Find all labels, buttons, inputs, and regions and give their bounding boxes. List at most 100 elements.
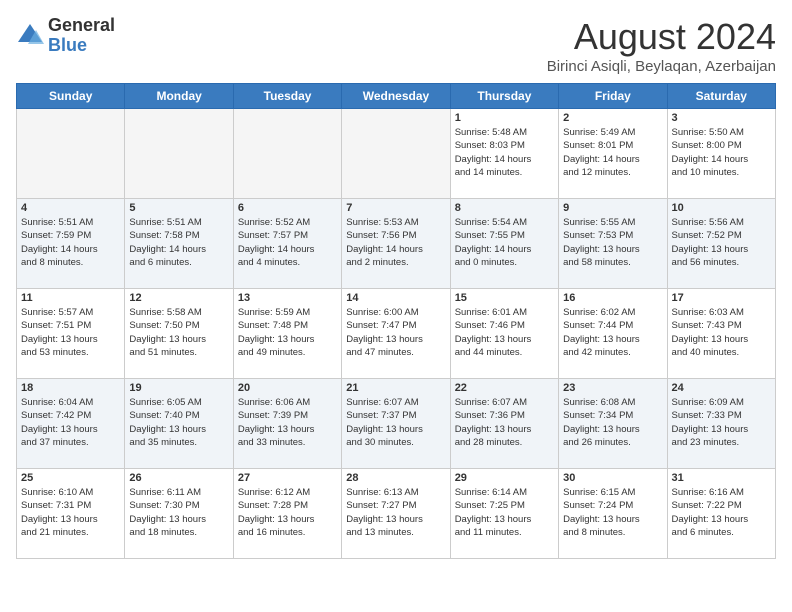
calendar-cell: 10Sunrise: 5:56 AMSunset: 7:52 PMDayligh… xyxy=(667,199,775,289)
day-header-thursday: Thursday xyxy=(450,84,558,109)
cell-info: Sunrise: 6:11 AM xyxy=(129,486,228,499)
cell-info: Sunrise: 6:13 AM xyxy=(346,486,445,499)
cell-info: and 37 minutes. xyxy=(21,436,120,449)
week-row-4: 18Sunrise: 6:04 AMSunset: 7:42 PMDayligh… xyxy=(17,379,776,469)
day-number: 4 xyxy=(21,202,120,214)
cell-info: Sunset: 7:47 PM xyxy=(346,319,445,332)
calendar-cell xyxy=(125,109,233,199)
calendar-cell: 21Sunrise: 6:07 AMSunset: 7:37 PMDayligh… xyxy=(342,379,450,469)
day-number: 13 xyxy=(238,292,337,304)
cell-info: and 58 minutes. xyxy=(563,256,662,269)
cell-info: Sunset: 7:52 PM xyxy=(672,229,771,242)
day-number: 30 xyxy=(563,472,662,484)
cell-info: and 10 minutes. xyxy=(672,166,771,179)
cell-info: Sunrise: 6:15 AM xyxy=(563,486,662,499)
cell-info: Daylight: 13 hours xyxy=(129,423,228,436)
cell-info: Sunrise: 6:05 AM xyxy=(129,396,228,409)
calendar-cell: 20Sunrise: 6:06 AMSunset: 7:39 PMDayligh… xyxy=(233,379,341,469)
cell-info: Sunrise: 6:06 AM xyxy=(238,396,337,409)
cell-info: Sunset: 7:30 PM xyxy=(129,499,228,512)
cell-info: Sunset: 7:43 PM xyxy=(672,319,771,332)
cell-info: Daylight: 13 hours xyxy=(672,333,771,346)
month-year: August 2024 xyxy=(547,16,776,58)
day-number: 17 xyxy=(672,292,771,304)
week-row-2: 4 Sunrise: 5:51 AM Sunset: 7:59 PM Daylight… xyxy=(17,199,776,289)
cell-info: Daylight: 13 hours xyxy=(346,423,445,436)
cell-info: Sunset: 7:34 PM xyxy=(563,409,662,422)
cell-info: Sunset: 7:25 PM xyxy=(455,499,554,512)
calendar-cell: 14Sunrise: 6:00 AMSunset: 7:47 PMDayligh… xyxy=(342,289,450,379)
cell-info: Sunset: 7:59 PM xyxy=(21,229,120,242)
cell-info: Daylight: 14 hours xyxy=(238,243,337,256)
calendar-cell xyxy=(17,109,125,199)
calendar-cell: 11Sunrise: 5:57 AMSunset: 7:51 PMDayligh… xyxy=(17,289,125,379)
day-number: 19 xyxy=(129,382,228,394)
calendar-cell: 7Sunrise: 5:53 AMSunset: 7:56 PMDaylight… xyxy=(342,199,450,289)
cell-info: and 49 minutes. xyxy=(238,346,337,359)
cell-info: Sunrise: 5:51 AM xyxy=(129,216,228,229)
cell-info: Sunrise: 5:59 AM xyxy=(238,306,337,319)
location: Birinci Asiqli, Beylaqan, Azerbaijan xyxy=(547,58,776,75)
day-number: 29 xyxy=(455,472,554,484)
cell-info: Daylight: 13 hours xyxy=(672,243,771,256)
cell-info: and 16 minutes. xyxy=(238,526,337,539)
day-header-wednesday: Wednesday xyxy=(342,84,450,109)
day-headers-row: SundayMondayTuesdayWednesdayThursdayFrid… xyxy=(17,84,776,109)
cell-info: Sunrise: 6:14 AM xyxy=(455,486,554,499)
day-number: 18 xyxy=(21,382,120,394)
calendar-cell: 22Sunrise: 6:07 AMSunset: 7:36 PMDayligh… xyxy=(450,379,558,469)
cell-info: Sunrise: 6:00 AM xyxy=(346,306,445,319)
day-number: 7 xyxy=(346,202,445,214)
cell-info: Sunset: 7:31 PM xyxy=(21,499,120,512)
cell-info: and 56 minutes. xyxy=(672,256,771,269)
cell-info: Sunset: 7:44 PM xyxy=(563,319,662,332)
cell-info: Sunrise: 6:16 AM xyxy=(672,486,771,499)
cell-info: and 47 minutes. xyxy=(346,346,445,359)
calendar-cell xyxy=(233,109,341,199)
cell-info: and 12 minutes. xyxy=(563,166,662,179)
day-number: 28 xyxy=(346,472,445,484)
cell-info: Daylight: 14 hours xyxy=(129,243,228,256)
cell-info: and 6 minutes. xyxy=(672,526,771,539)
calendar-cell: 23Sunrise: 6:08 AMSunset: 7:34 PMDayligh… xyxy=(559,379,667,469)
cell-info: Sunset: 7:39 PM xyxy=(238,409,337,422)
cell-info: and 53 minutes. xyxy=(21,346,120,359)
cell-info: Daylight: 13 hours xyxy=(455,513,554,526)
cell-info: Sunrise: 6:09 AM xyxy=(672,396,771,409)
day-number: 3 xyxy=(672,112,771,124)
cell-info: Daylight: 13 hours xyxy=(346,513,445,526)
header: General Blue August 2024 Birinci Asiqli,… xyxy=(16,16,776,75)
day-header-saturday: Saturday xyxy=(667,84,775,109)
cell-info: Daylight: 13 hours xyxy=(129,333,228,346)
day-number: 8 xyxy=(455,202,554,214)
cell-info: and 23 minutes. xyxy=(672,436,771,449)
cell-info: and 44 minutes. xyxy=(455,346,554,359)
calendar-cell: 9Sunrise: 5:55 AMSunset: 7:53 PMDaylight… xyxy=(559,199,667,289)
cell-info: Sunset: 8:03 PM xyxy=(455,139,554,152)
logo-text: General Blue xyxy=(48,16,115,56)
cell-info: and 18 minutes. xyxy=(129,526,228,539)
cell-info: Sunrise: 6:02 AM xyxy=(563,306,662,319)
cell-info: Sunset: 7:58 PM xyxy=(129,229,228,242)
cell-info: Daylight: 13 hours xyxy=(563,333,662,346)
day-header-monday: Monday xyxy=(125,84,233,109)
cell-info: Sunrise: 5:57 AM xyxy=(21,306,120,319)
day-number: 5 xyxy=(129,202,228,214)
day-header-sunday: Sunday xyxy=(17,84,125,109)
calendar-cell: 2Sunrise: 5:49 AMSunset: 8:01 PMDaylight… xyxy=(559,109,667,199)
cell-info: Sunrise: 5:49 AM xyxy=(563,126,662,139)
cell-info: and 2 minutes. xyxy=(346,256,445,269)
calendar-cell: 27Sunrise: 6:12 AMSunset: 7:28 PMDayligh… xyxy=(233,469,341,559)
week-row-5: 25Sunrise: 6:10 AMSunset: 7:31 PMDayligh… xyxy=(17,469,776,559)
cell-info: Sunrise: 6:07 AM xyxy=(346,396,445,409)
calendar-cell: 16Sunrise: 6:02 AMSunset: 7:44 PMDayligh… xyxy=(559,289,667,379)
cell-info: Sunset: 7:37 PM xyxy=(346,409,445,422)
cell-info: Daylight: 13 hours xyxy=(563,513,662,526)
cell-info: Sunset: 7:27 PM xyxy=(346,499,445,512)
cell-info: and 42 minutes. xyxy=(563,346,662,359)
calendar-cell: 30Sunrise: 6:15 AMSunset: 7:24 PMDayligh… xyxy=(559,469,667,559)
cell-info: Sunrise: 5:56 AM xyxy=(672,216,771,229)
cell-info: Sunrise: 6:03 AM xyxy=(672,306,771,319)
calendar-cell: 1Sunrise: 5:48 AMSunset: 8:03 PMDaylight… xyxy=(450,109,558,199)
cell-info: Sunset: 8:01 PM xyxy=(563,139,662,152)
